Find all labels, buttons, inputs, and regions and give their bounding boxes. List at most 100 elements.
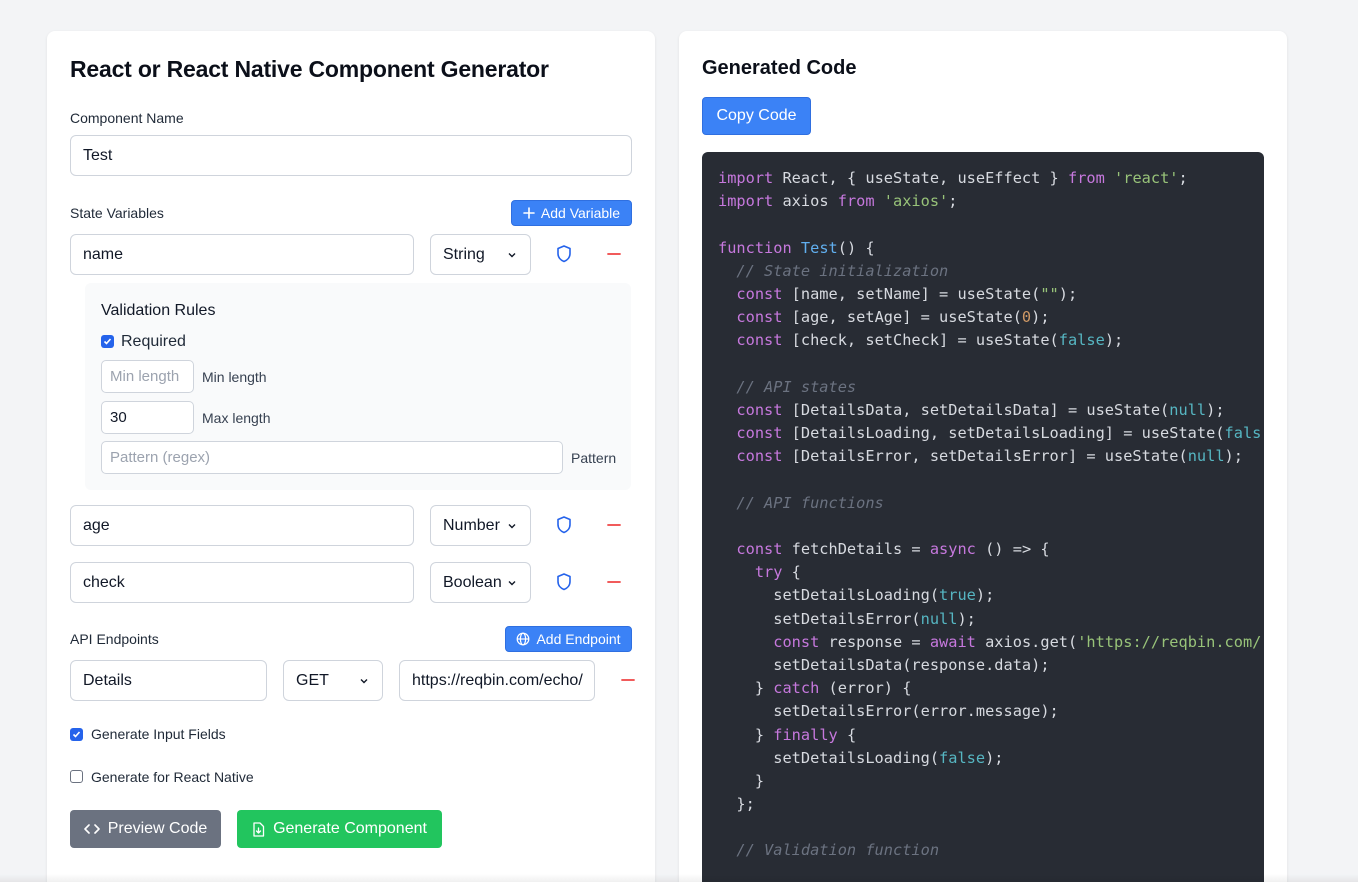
code-token: Test (801, 239, 838, 257)
required-checkbox[interactable] (101, 335, 114, 348)
endpoint-url-value: https://reqbin.com/echo/ (412, 672, 583, 690)
variable-type-select[interactable]: Number (430, 505, 531, 546)
add-endpoint-button[interactable]: Add Endpoint (505, 626, 632, 652)
shield-icon (555, 515, 573, 535)
variable-type-select[interactable]: String (430, 234, 531, 275)
add-endpoint-label: Add Endpoint (536, 631, 620, 647)
code-token: 0 (1022, 308, 1031, 326)
generated-code-panel: Generated Code Copy Code import React, {… (679, 31, 1287, 882)
code-viewer[interactable]: import React, { useState, useEffect } fr… (702, 152, 1264, 882)
endpoint-method-select[interactable]: GET (283, 660, 383, 701)
code-token: ; (948, 192, 957, 210)
chevron-down-icon (506, 249, 518, 261)
code-token (875, 192, 884, 210)
api-endpoints-label: API Endpoints (70, 631, 159, 647)
code-line: import React, { useState, useEffect } fr… (718, 167, 1261, 190)
generated-code-title: Generated Code (702, 57, 856, 80)
remove-variable-button[interactable] (602, 513, 626, 537)
code-token: ; (1179, 169, 1188, 187)
code-line: setDetailsLoading(true); (718, 584, 1261, 607)
code-token: from (838, 192, 875, 210)
remove-variable-button[interactable] (602, 242, 626, 266)
pattern-label: Pattern (571, 450, 616, 466)
variable-name-value: check (83, 574, 125, 592)
code-line: } catch (error) { (718, 677, 1261, 700)
endpoint-name-input[interactable]: Details (70, 660, 267, 701)
code-token: true (939, 586, 976, 604)
code-line: // API functions (718, 492, 1261, 515)
component-name-input[interactable]: Test (70, 135, 632, 176)
required-label: Required (121, 333, 186, 351)
code-token: [DetailsError, setDetailsError] = useSta… (782, 447, 1187, 465)
code-token: [name, setName] = useState( (782, 285, 1040, 303)
code-line: setDetailsError(null); (718, 608, 1261, 631)
code-block: import React, { useState, useEffect } fr… (718, 167, 1261, 863)
page-title: React or React Native Component Generato… (70, 56, 549, 83)
code-token: // Validation function (718, 841, 939, 859)
copy-code-button[interactable]: Copy Code (702, 97, 811, 135)
remove-endpoint-button[interactable] (616, 668, 640, 692)
code-token: const (718, 424, 782, 442)
code-token: setDetailsError( (718, 610, 921, 628)
variable-name-input[interactable]: name (70, 234, 414, 275)
code-token: import (718, 192, 773, 210)
code-line: try { (718, 561, 1261, 584)
preview-code-button[interactable]: Preview Code (70, 810, 221, 848)
code-icon (84, 823, 100, 835)
code-line: setDetailsLoading(false); (718, 747, 1261, 770)
add-variable-label: Add Variable (541, 205, 620, 221)
generate-component-button[interactable]: Generate Component (237, 810, 442, 848)
code-token: ); (976, 586, 994, 604)
code-token: 'axios' (884, 192, 948, 210)
endpoint-url-input[interactable]: https://reqbin.com/echo/ (399, 660, 595, 701)
code-line: function Test() { (718, 237, 1261, 260)
variable-name-input[interactable]: check (70, 562, 414, 603)
code-line: const [check, setCheck] = useState(false… (718, 329, 1261, 352)
code-line: // API states (718, 376, 1261, 399)
code-line: // State initialization (718, 260, 1261, 283)
variable-type-value: Boolean (443, 574, 502, 592)
code-token: fals (1225, 424, 1262, 442)
min-length-input[interactable]: Min length (101, 360, 194, 393)
chevron-down-icon (358, 675, 370, 687)
code-line: const fetchDetails = async () => { (718, 538, 1261, 561)
code-line: const [DetailsLoading, setDetailsLoading… (718, 422, 1261, 445)
validation-shield-button[interactable] (552, 242, 576, 266)
variable-type-select[interactable]: Boolean (430, 562, 531, 603)
code-line: }; (718, 793, 1261, 816)
code-token (792, 239, 801, 257)
code-line: } finally { (718, 724, 1261, 747)
remove-variable-button[interactable] (602, 570, 626, 594)
code-token: } (718, 679, 773, 697)
code-token: [DetailsLoading, setDetailsLoading] = us… (782, 424, 1224, 442)
code-line: // Validation function (718, 839, 1261, 862)
min-length-placeholder: Min length (110, 368, 179, 385)
generate-inputs-checkbox[interactable] (70, 728, 83, 741)
add-variable-button[interactable]: Add Variable (511, 200, 632, 226)
code-token: import (718, 169, 773, 187)
code-token: try (718, 563, 782, 581)
validation-shield-button[interactable] (552, 513, 576, 537)
component-name-label: Component Name (70, 110, 184, 126)
shield-icon (555, 572, 573, 592)
max-length-label: Max length (202, 410, 270, 426)
validation-shield-button[interactable] (552, 570, 576, 594)
component-generator-panel: React or React Native Component Generato… (47, 31, 655, 882)
code-token: null (921, 610, 958, 628)
preview-code-label: Preview Code (108, 820, 208, 838)
code-token: 'react' (1114, 169, 1178, 187)
state-variables-label: State Variables (70, 205, 164, 221)
pattern-input[interactable]: Pattern (regex) (101, 441, 563, 474)
code-token: ); (1225, 447, 1243, 465)
variable-type-value: Number (443, 517, 500, 535)
react-native-checkbox[interactable] (70, 770, 83, 783)
max-length-input[interactable]: 30 (101, 401, 194, 434)
code-line (718, 468, 1261, 491)
variable-name-input[interactable]: age (70, 505, 414, 546)
bottom-shadow (0, 874, 1358, 882)
code-token: } (718, 772, 764, 790)
code-line: const [age, setAge] = useState(0); (718, 306, 1261, 329)
code-token: [age, setAge] = useState( (782, 308, 1021, 326)
code-token: } (718, 726, 773, 744)
react-native-label: Generate for React Native (91, 769, 254, 785)
